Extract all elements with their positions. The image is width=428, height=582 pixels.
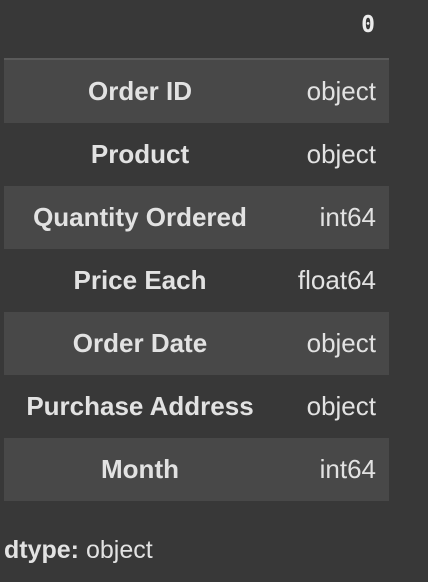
row-label: Order ID: [87, 76, 193, 106]
row-value: object: [306, 76, 376, 106]
row-value: object: [306, 139, 376, 169]
row-value: int64: [319, 202, 376, 232]
row-value: float64: [297, 265, 376, 295]
table-row: Quantity Ordered int64: [4, 186, 389, 249]
table-row: Product object: [4, 123, 389, 186]
row-label: Purchase Address: [26, 391, 254, 421]
column-header-row: 0: [4, 0, 389, 60]
dtype-footer: dtype: object: [4, 536, 153, 565]
row-label: Quantity Ordered: [33, 202, 247, 232]
table-row: Price Each float64: [4, 249, 389, 312]
table-row: Order Date object: [4, 312, 389, 375]
dtype-footer-value: object: [85, 536, 153, 564]
row-value: object: [306, 328, 376, 358]
table-row: Order ID object: [4, 60, 389, 123]
row-value: int64: [319, 454, 376, 484]
row-label: Product: [90, 139, 190, 169]
row-label: Month: [101, 454, 179, 484]
row-label: Price Each: [73, 265, 207, 295]
column-header-label: 0: [361, 12, 375, 38]
table-row: Purchase Address object: [4, 375, 389, 438]
dtype-table-body: Order ID object Product object Quantity …: [4, 60, 389, 501]
table-row: Month int64: [4, 438, 389, 501]
row-label: Order Date: [72, 328, 208, 358]
dataframe-output: 0 Order ID object Product object Quantit…: [4, 0, 389, 501]
dtype-footer-key: dtype:: [4, 536, 79, 564]
row-value: object: [306, 391, 376, 421]
